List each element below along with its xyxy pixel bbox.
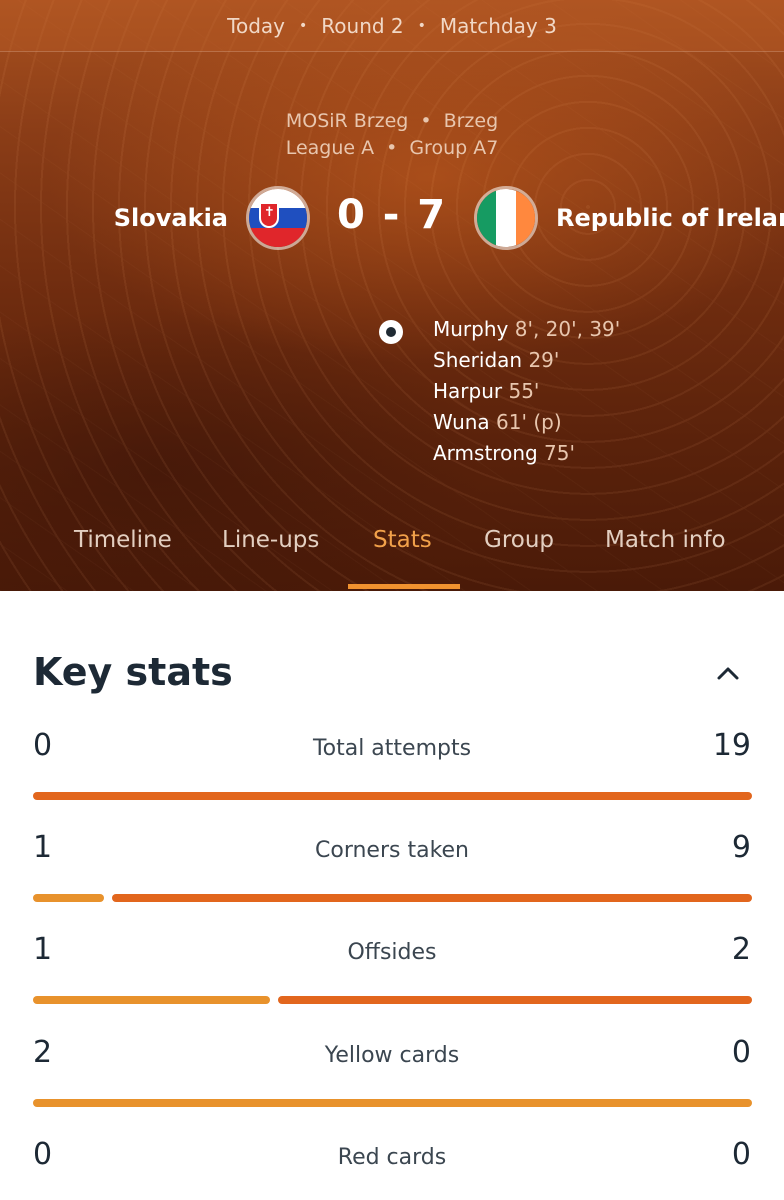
scorer-name: Harpur [433, 379, 503, 403]
tab-stats[interactable]: Stats [373, 527, 432, 553]
match-round: Round 2 [321, 13, 404, 38]
home-bar [33, 996, 270, 1004]
match-date: Today [227, 13, 286, 38]
scorer-name: Wuna [433, 410, 490, 434]
away-bar [112, 894, 752, 902]
match-tabs: Timeline Line-ups Stats Group Match info [0, 515, 784, 591]
away-value: 0 [731, 1137, 751, 1172]
scorer-minutes: 61' (p) [496, 410, 562, 434]
away-value: 9 [731, 830, 751, 865]
stat-label: Red cards [337, 1145, 447, 1170]
away-team-name[interactable]: Republic of Ireland [556, 204, 784, 232]
stat-label: Corners taken [315, 838, 469, 863]
match-meta-bar: Today • Round 2 • Matchday 3 [0, 0, 784, 52]
background-pattern [0, 0, 784, 591]
away-bar [278, 996, 752, 1004]
scorer-minutes: 29' [528, 348, 560, 372]
scorer-row: Armstrong 75' [433, 438, 620, 469]
scorer-row: Harpur 55' [433, 376, 620, 407]
match-matchday: Matchday 3 [439, 13, 557, 38]
football-icon [379, 320, 403, 344]
scorer-minutes: 8', 20', 39' [514, 317, 621, 341]
scoreline: Slovakia 0 - 7 Republic of Ireland [0, 186, 784, 252]
scorer-name: Armstrong [433, 441, 538, 465]
stat-row-total-attempts: 0 Total attempts 19 [0, 728, 784, 808]
section-title: Key stats [33, 650, 233, 694]
away-value: 0 [731, 1035, 751, 1070]
stat-row-red-cards: 0 Red cards 0 [0, 1137, 784, 1200]
stat-label: Yellow cards [324, 1043, 460, 1068]
league-name: League A [285, 137, 375, 159]
tab-timeline[interactable]: Timeline [74, 527, 172, 553]
ireland-flag-icon[interactable] [474, 186, 538, 250]
separator-dot: • [417, 17, 426, 34]
home-bar [33, 894, 104, 902]
chevron-up-icon[interactable] [714, 660, 742, 688]
stat-label: Total attempts [312, 736, 472, 761]
tab-match-info[interactable]: Match info [605, 527, 726, 553]
match-header: Today • Round 2 • Matchday 3 MOSiR Brzeg… [0, 0, 784, 591]
stat-label: Offsides [347, 940, 437, 965]
stat-row-corners-taken: 1 Corners taken 9 [0, 830, 784, 910]
stat-row-offsides: 1 Offsides 2 [0, 932, 784, 1012]
venue-info: MOSiR Brzeg • Brzeg League A • Group A7 [0, 108, 784, 162]
away-value: 2 [731, 932, 751, 967]
scorer-row: Wuna 61' (p) [433, 407, 620, 438]
home-bar [33, 1099, 752, 1107]
scorer-name: Sheridan [433, 348, 523, 372]
stat-row-yellow-cards: 2 Yellow cards 0 [0, 1035, 784, 1115]
scorer-minutes: 55' [508, 379, 540, 403]
scorer-row: Sheridan 29' [433, 345, 620, 376]
separator-dot: • [420, 110, 432, 132]
scorer-row: Murphy 8', 20', 39' [433, 314, 620, 345]
active-tab-indicator [348, 584, 460, 589]
tab-line-ups[interactable]: Line-ups [222, 527, 319, 553]
scorer-list: Murphy 8', 20', 39' Sheridan 29' Harpur … [433, 314, 620, 469]
scorer-minutes: 75' [544, 441, 575, 465]
separator-dot: • [299, 17, 308, 34]
tab-group[interactable]: Group [484, 527, 554, 553]
city-name: Brzeg [443, 110, 499, 132]
separator-dot: • [386, 137, 398, 159]
away-value: 19 [712, 728, 751, 763]
scorer-name: Murphy [433, 317, 509, 341]
stadium-name: MOSiR Brzeg [285, 110, 409, 132]
away-bar [33, 792, 752, 800]
group-name: Group A7 [409, 137, 499, 159]
